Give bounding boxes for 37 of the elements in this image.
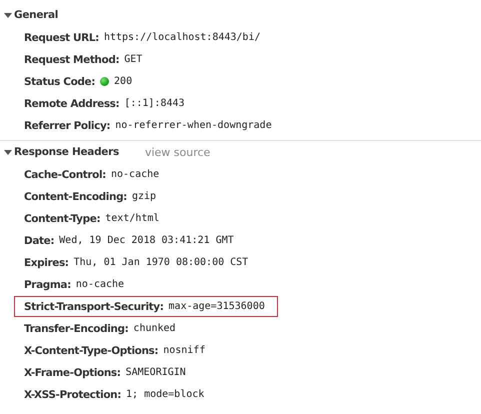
section-title[interactable]: General: [14, 9, 58, 21]
header-value: 200: [114, 76, 132, 87]
header-value: 1; mode=block: [126, 389, 204, 400]
header-value: gzip: [132, 191, 156, 202]
header-name: Cache-Control:: [24, 168, 106, 180]
header-value: no-cache: [76, 279, 124, 290]
header-value: chunked: [133, 323, 176, 334]
header-name: Content-Encoding:: [24, 190, 127, 202]
header-name: Content-Type:: [24, 212, 100, 224]
header-value: SAMEORIGIN: [126, 367, 186, 378]
header-name: Transfer-Encoding:: [24, 322, 128, 334]
header-name: Pragma:: [24, 278, 71, 290]
header-name: Request URL:: [24, 32, 99, 44]
header-name: Request Method:: [24, 54, 120, 66]
section-title[interactable]: Response Headers: [14, 146, 119, 158]
header-value: no-referrer-when-downgrade: [115, 120, 272, 131]
header-name: Strict-Transport-Security:: [24, 300, 164, 312]
header-name: Status Code:: [24, 76, 96, 88]
header-name: Date:: [24, 234, 54, 246]
header-value: text/html: [105, 213, 160, 224]
header-value: [::1]:8443: [124, 98, 185, 109]
header-name: X-Frame-Options:: [24, 366, 121, 378]
header-value: Wed, 19 Dec 2018 03:41:21 GMT: [59, 235, 234, 246]
header-value: Thu, 01 Jan 1970 08:00:00 CST: [74, 257, 248, 268]
header-name: X-Content-Type-Options:: [24, 344, 158, 356]
header-value: https://localhost:8443/bi/: [104, 32, 260, 43]
view-source-link[interactable]: view source: [144, 146, 210, 158]
header-name: Referrer Policy:: [24, 120, 110, 132]
header-name: Expires:: [24, 256, 69, 268]
expand-triangle-icon[interactable]: [4, 148, 12, 156]
header-value: no-cache: [110, 169, 160, 180]
header-value: nosniff: [163, 345, 206, 356]
header-name: X-XSS-Protection:: [24, 388, 122, 400]
header-name: Remote Address:: [24, 98, 120, 110]
header-value: GET: [124, 54, 142, 65]
header-value: max-age=31536000: [168, 301, 265, 312]
expand-triangle-icon[interactable]: [4, 11, 12, 19]
